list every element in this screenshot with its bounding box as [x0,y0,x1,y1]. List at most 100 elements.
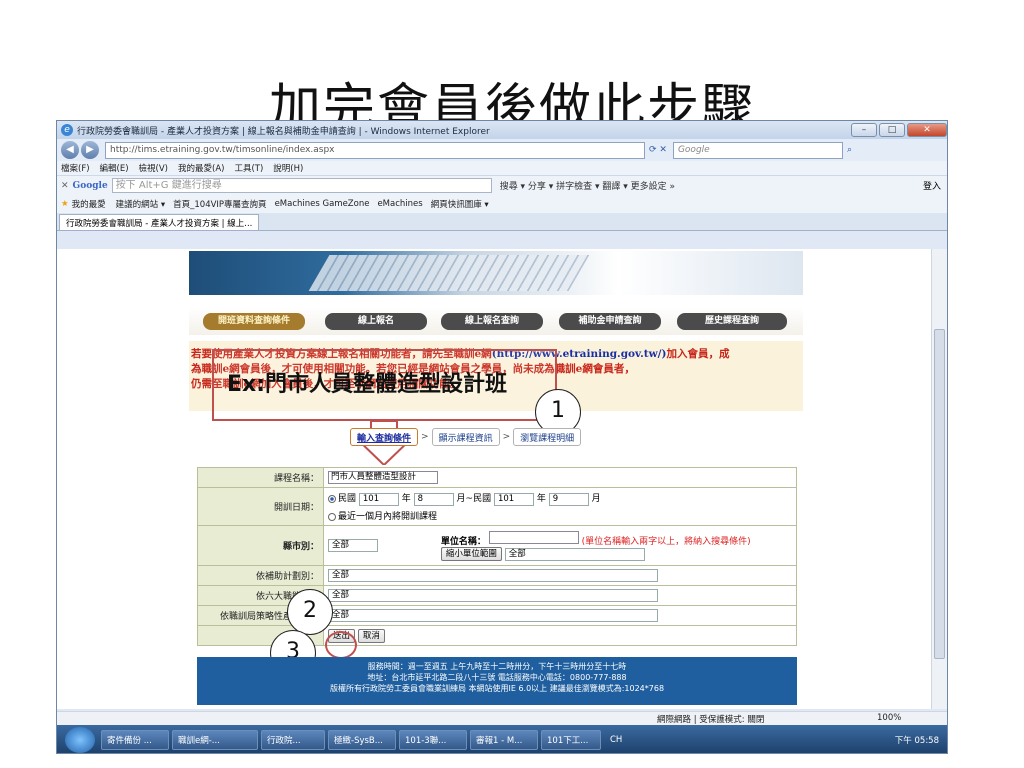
course-name-label: 課程名稱： [197,467,324,488]
year-unit: 年 [401,494,411,504]
maximize-button[interactable]: □ [879,123,905,137]
start-button[interactable] [65,727,95,753]
menu-tools[interactable]: 工具(T) [234,162,263,174]
annotation-example: Ex:門市人員整體造型設計班 [227,372,508,397]
fav-item-suggested[interactable]: 建議的網站 ▾ [116,198,165,210]
scrollbar-thumb[interactable] [934,329,945,659]
month-select-from[interactable]: 8 [413,493,454,506]
menu-bar: 檔案(F) 編輯(E) 檢視(V) 我的最愛(A) 工具(T) 說明(H) [57,161,947,175]
task-ie[interactable]: 行政院... [261,730,325,750]
footer-address: 地址：台北市延平北路二段八十三號 電話服務中心電話：0800-777-888 [367,673,627,682]
plan-label: 依補助計劃別： [197,565,324,586]
google-tools[interactable]: 搜尋 ▾ 分享 ▾ 拼字檢查 ▾ 翻譯 ▾ 更多設定 » [500,179,923,192]
tab-current[interactable]: 行政院勞委會職訓局 - 產業人才投資方案 | 線上... [59,214,260,230]
county-select[interactable]: 全部 [328,538,378,552]
course-name-input[interactable]: 門市人員整體造型設計 [328,471,438,484]
nav-course-query[interactable]: 開班資料查詢條件 [203,313,305,330]
close-button[interactable]: ✕ [907,123,947,137]
task-folder[interactable]: 101-3聯... [399,730,467,750]
fav-item-webslice[interactable]: 網頁快訊圖庫 ▾ [431,198,489,210]
period-option-range: 民國 [338,494,357,504]
task-etraining[interactable]: 職訓e網-... [172,730,258,750]
clock[interactable]: 下午 05:58 [895,734,939,746]
footer-hours: 服務時間：週一至週五 上午九時至十二時卅分，下午十三時卅分至十七時 [367,662,627,671]
ie-icon: e [61,124,73,136]
page-content: 開班資料查詢條件 線上報名 線上報名查詢 補助金申請查詢 歷史課程查詢 若要使用… [57,249,931,709]
title-bar: e 行政院勞委會職訓局 - 產業人才投資方案 | 線上報名與補助金申請查詢 | … [57,121,947,139]
lang-indicator[interactable]: CH [610,735,622,745]
period-radio-recent[interactable] [328,512,336,521]
search-input[interactable]: Google [672,141,843,159]
refresh-icon[interactable]: ⟳ ✕ [649,145,667,155]
google-search-input[interactable]: 按下 Alt+G 鍵進行搜尋 [111,178,492,193]
browser-window: e 行政院勞委會職訓局 - 產業人才投資方案 | 線上報名與補助金申請查詢 | … [56,120,948,754]
vertical-scrollbar[interactable] [931,249,947,709]
google-logo: Google [72,180,108,191]
forward-icon[interactable]: ▶ [81,141,99,159]
task-pdf[interactable]: 101下工... [541,730,601,750]
taskbar: 寄件備份 ... 職訓e網-... 行政院... 極緻-SysB... 101-… [57,725,947,753]
minimize-button[interactable]: – [851,123,877,137]
month-select-to[interactable]: 9 [548,493,589,506]
nav-history-query[interactable]: 歷史課程查詢 [677,313,787,330]
favorites-label[interactable]: 我的最愛 [72,198,106,210]
window-title: 行政院勞委會職訓局 - 產業人才投資方案 | 線上報名與補助金申請查詢 | - … [77,126,490,137]
nav-subsidy-query[interactable]: 補助金申請查詢 [559,313,661,330]
step-input-criteria[interactable]: 輸入查詢條件 [350,428,419,446]
step-course-detail[interactable]: 瀏覽課程明細 [513,428,582,446]
fav-item-emachines[interactable]: eMachines [377,199,422,209]
strategy-select[interactable]: 全部 [328,609,658,622]
favorites-bar: ★ 我的最愛 建議的網站 ▾ 首頁_104VIP專屬查詢頁 eMachines … [57,195,947,213]
menu-view[interactable]: 檢視(V) [139,162,168,174]
narrow-unit-button[interactable]: 縮小單位範圍 [440,546,502,561]
plan-select[interactable]: 全部 [328,569,658,582]
notice-line-1b: 加入會員，成 [666,348,730,360]
chevron-right-icon: > [502,432,511,442]
site-nav: 開班資料查詢條件 線上報名 線上報名查詢 補助金申請查詢 歷史課程查詢 [189,307,803,335]
url-input[interactable]: http://tims.etraining.gov.tw/timsonline/… [105,141,645,159]
year-select-from[interactable]: 101 [358,493,399,506]
submit-highlight [325,631,357,659]
task-mail[interactable]: 寄件備份 ... [101,730,169,750]
cancel-button[interactable]: 取消 [357,628,385,643]
month-unit: 月 [591,494,601,504]
unit-select[interactable]: 全部 [504,547,645,561]
star-icon: ★ [61,199,69,209]
zoom-level[interactable]: 100% [877,713,901,723]
period-option-recent: 最近一個月內將開訓課程 [338,512,438,522]
close-icon[interactable]: ✕ [61,181,69,191]
chevron-right-icon: > [421,432,429,442]
task-sysb[interactable]: 極緻-SysB... [328,730,396,750]
menu-help[interactable]: 說明(H) [273,162,303,174]
footer-copyright: 版權所有行政院勞工委員會職業訓練局 本網站使用IE 6.0以上 建議最佳瀏覽模式… [329,684,665,693]
county-label: 縣市別： [197,525,324,566]
period-radio-range[interactable] [328,494,336,503]
status-bar: 網際網路 | 受保護模式: 關閉 100% [57,711,947,725]
menu-favorites[interactable]: 我的最愛(A) [178,162,224,174]
year-unit: 年 [536,494,546,504]
unit-name-input[interactable] [488,530,579,544]
zone-status: 網際網路 | 受保護模式: 關閉 [657,715,765,725]
site-footer: 服務時間：週一至週五 上午九時至十二時卅分，下午十三時卅分至十七時 地址：台北市… [197,657,797,705]
google-login[interactable]: 登入 [923,179,941,192]
job-select[interactable]: 全部 [328,589,658,602]
menu-edit[interactable]: 編輯(E) [100,162,129,174]
period-label: 開訓日期： [197,487,324,526]
unit-name-label: 單位名稱： [440,536,486,547]
google-toolbar: ✕ Google 按下 Alt+G 鍵進行搜尋 搜尋 ▾ 分享 ▾ 拼字檢查 ▾… [57,175,947,195]
year-select-to[interactable]: 101 [493,493,534,506]
progress-steps: 輸入查詢條件 > 顯示課程資訊 > 瀏覽課程明細 [347,427,584,447]
month-unit-to: 月~民國 [456,494,492,504]
unit-name-hint: (單位名稱輸入兩字以上，將納入搜尋條件) [581,536,751,547]
step-show-courses[interactable]: 顯示課程資訊 [431,428,500,446]
fav-item-104[interactable]: 首頁_104VIP專屬查詢頁 [173,198,266,210]
search-icon[interactable]: ⌕ [847,145,852,155]
nav-online-signup[interactable]: 線上報名 [325,313,427,330]
query-form: 課程名稱： 門市人員整體造型設計 開訓日期： 民國 101 年 8 月~民國 1… [197,467,797,646]
back-icon[interactable]: ◀ [61,141,79,159]
menu-file[interactable]: 檔案(F) [61,162,90,174]
nav-signup-query[interactable]: 線上報名查詢 [441,313,543,330]
task-ppt[interactable]: 審報1 - M... [470,730,538,750]
fav-item-gamezone[interactable]: eMachines GameZone [275,199,370,209]
tab-bar: 行政院勞委會職訓局 - 產業人才投資方案 | 線上... [57,213,947,231]
